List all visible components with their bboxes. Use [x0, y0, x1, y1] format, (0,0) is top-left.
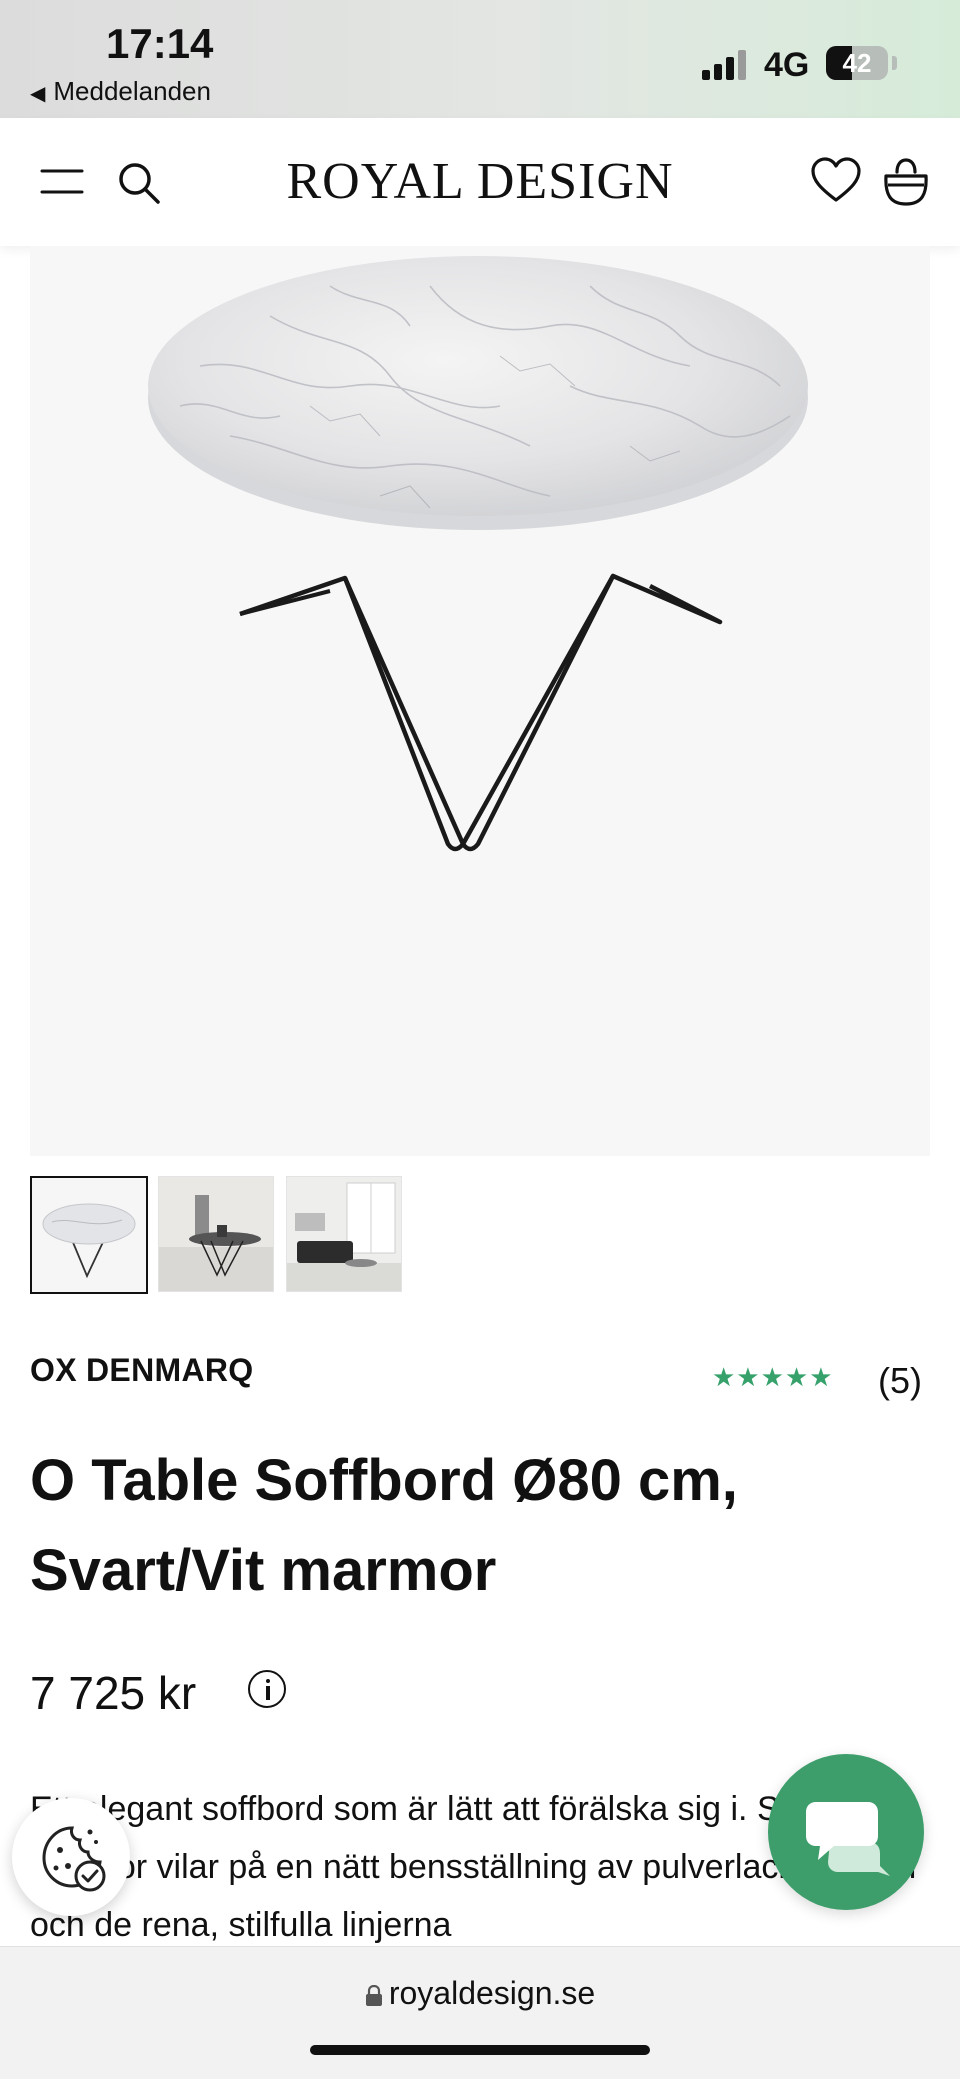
heart-icon[interactable] — [810, 156, 862, 204]
marble-table-image — [148, 256, 808, 852]
cookie-icon — [42, 1826, 106, 1892]
url-display[interactable]: royaldesign.se — [0, 1975, 960, 2012]
chat-button[interactable] — [768, 1754, 924, 1910]
home-indicator[interactable] — [310, 2045, 650, 2055]
battery-tip — [892, 56, 897, 70]
product-main-image[interactable] — [30, 246, 930, 1156]
battery-icon: 42 — [826, 46, 888, 80]
chat-bubbles-icon — [806, 1802, 890, 1876]
status-bar: 17:14 ◀ Meddelanden 4G 42 — [0, 0, 960, 118]
table-marble-thumb — [32, 1178, 146, 1292]
product-title: O Table Soffbord Ø80 cm, Svart/Vit marmo… — [30, 1448, 738, 1603]
thumbnail-1[interactable] — [30, 1176, 148, 1294]
lock-icon — [365, 1984, 382, 2006]
rating-count[interactable]: (5) — [878, 1360, 922, 1402]
back-triangle-icon: ◀ — [30, 83, 46, 105]
signal-icon — [702, 48, 750, 80]
url-text: royaldesign.se — [388, 1975, 596, 2011]
browser-address-bar: royaldesign.se — [0, 1946, 960, 2079]
network-type: 4G — [764, 46, 810, 84]
living-room-thumb — [287, 1177, 401, 1291]
cookie-settings-button[interactable] — [12, 1798, 130, 1916]
battery-percentage: 42 — [842, 48, 872, 78]
thumbnail-2[interactable] — [158, 1176, 274, 1292]
product-brand[interactable]: OX DENMARQ — [30, 1352, 253, 1389]
rating-stars[interactable]: ★★★★★ — [712, 1362, 834, 1393]
back-to-app-link[interactable]: ◀ Meddelanden — [30, 76, 211, 107]
product-price: 7 725 kr — [30, 1667, 197, 1719]
site-header: ROYAL DESIGN — [0, 118, 960, 246]
back-link-label: Meddelanden — [53, 76, 211, 106]
clock: 17:14 — [106, 20, 214, 67]
thumbnail-3[interactable] — [286, 1176, 402, 1292]
price-info-icon[interactable] — [248, 1670, 286, 1708]
table-room-thumb — [159, 1177, 273, 1291]
bag-icon[interactable] — [882, 156, 930, 208]
